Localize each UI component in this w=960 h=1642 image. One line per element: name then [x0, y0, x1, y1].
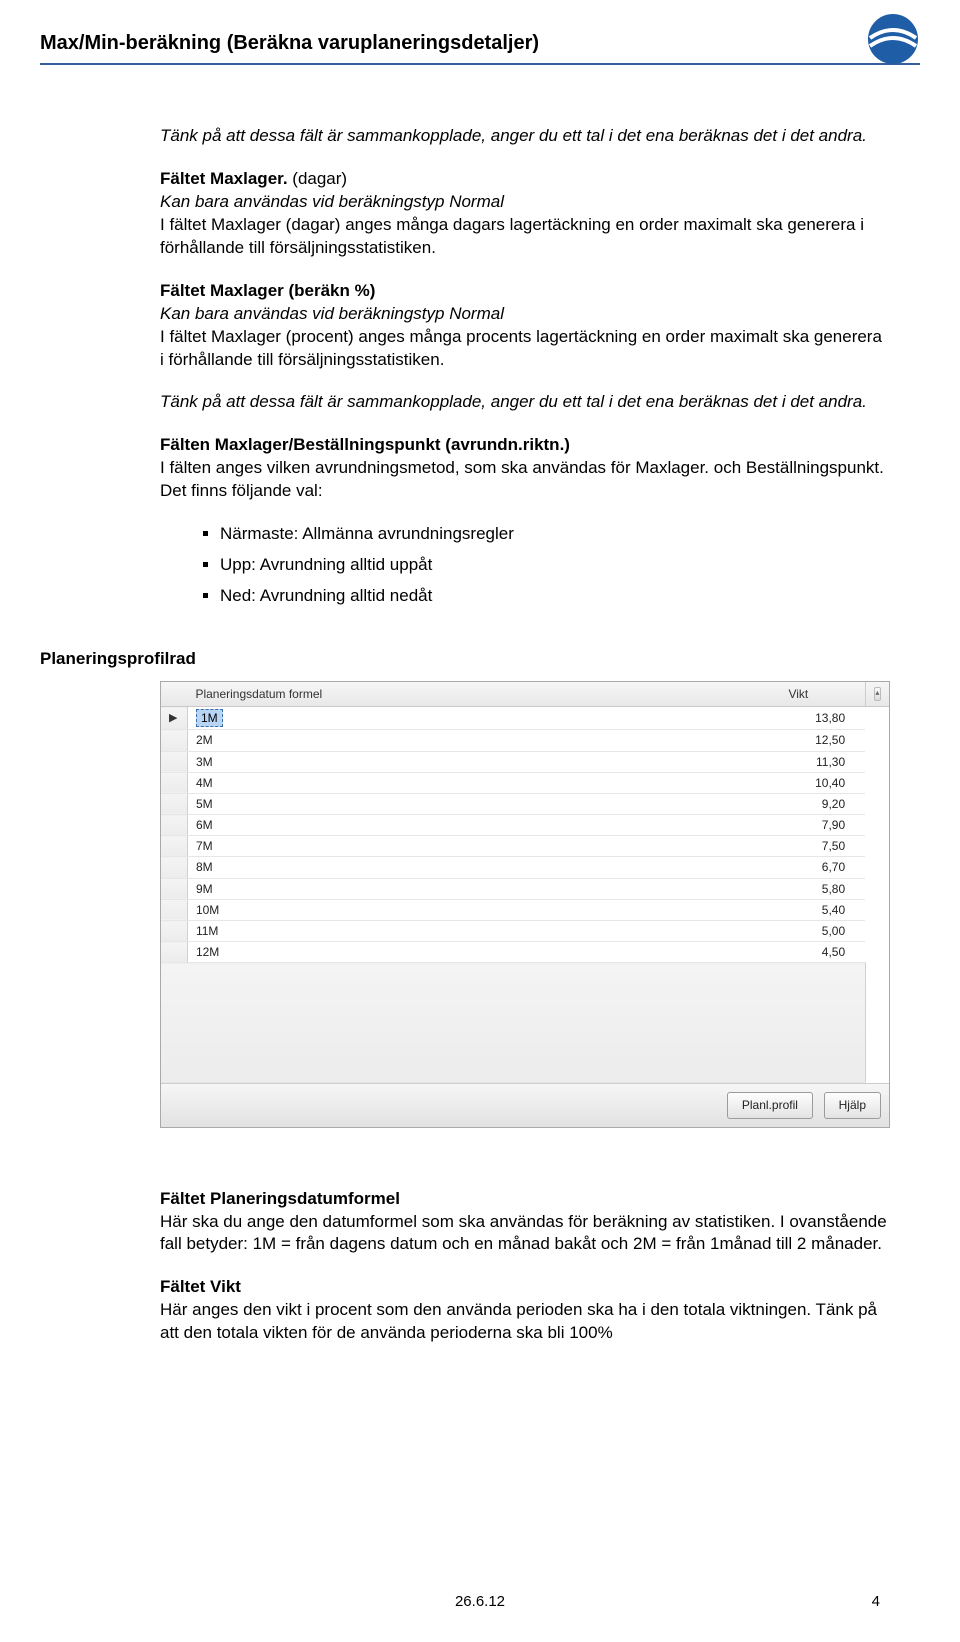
text: Det finns följande val: — [160, 481, 323, 500]
paragraph: Fältet Maxlager. (dagar) Kan bara använd… — [160, 168, 890, 260]
table-row[interactable]: 6M7,90 — [161, 815, 889, 836]
text: Här anges den vikt i procent som den anv… — [160, 1300, 877, 1342]
footer: 26.6.12 4 — [0, 1592, 960, 1612]
company-logo — [866, 12, 920, 66]
cell[interactable]: 3M — [187, 751, 780, 772]
cell[interactable]: 13,80 — [780, 707, 865, 730]
cell[interactable]: 5M — [187, 793, 780, 814]
cell[interactable]: 10M — [187, 899, 780, 920]
text: Kan bara användas vid beräkningstyp Norm… — [160, 304, 504, 323]
footer-date: 26.6.12 — [455, 1593, 505, 1610]
table-row[interactable]: 3M11,30 — [161, 751, 889, 772]
field-heading: Fälten Maxlager/Beställningspunkt (avrun… — [160, 435, 570, 454]
field-heading: Fältet Maxlager (beräkn %) — [160, 281, 375, 300]
cell[interactable]: 11M — [187, 921, 780, 942]
button-bar: Planl.profil Hjälp — [161, 1083, 889, 1126]
cell[interactable]: 10,40 — [780, 772, 865, 793]
cell[interactable]: 8M — [187, 857, 780, 878]
paragraph: Tänk på att dessa fält är sammankopplade… — [160, 391, 890, 414]
planprofil-button[interactable]: Planl.profil — [727, 1092, 813, 1118]
cell[interactable]: 5,40 — [780, 899, 865, 920]
cell[interactable]: 6M — [187, 815, 780, 836]
bullet-list: Närmaste: Allmänna avrundningsregler Upp… — [160, 523, 890, 608]
column-header[interactable]: Vikt — [780, 682, 865, 707]
cell[interactable]: 6,70 — [780, 857, 865, 878]
cell[interactable]: 12M — [187, 942, 780, 963]
table-row[interactable]: 10M5,40 — [161, 899, 889, 920]
table-row[interactable]: 8M6,70 — [161, 857, 889, 878]
text: I fälten anges vilken avrundningsmetod, … — [160, 458, 884, 477]
text: Kan bara användas vid beräkningstyp Norm… — [160, 192, 504, 211]
paragraph: Tänk på att dessa fält är sammankopplade… — [160, 125, 890, 148]
text: Här ska du ange den datumformel som ska … — [160, 1212, 887, 1254]
page-title: Max/Min-beräkning (Beräkna varuplanering… — [40, 30, 920, 57]
table-row[interactable]: 12M4,50 — [161, 942, 889, 963]
list-item: Närmaste: Allmänna avrundningsregler — [220, 523, 890, 546]
table-row[interactable]: 2M12,50 — [161, 730, 889, 751]
cell[interactable]: 12,50 — [780, 730, 865, 751]
cell[interactable]: 7,90 — [780, 815, 865, 836]
cell[interactable]: 4M — [187, 772, 780, 793]
text: I fältet Maxlager (dagar) anges många da… — [160, 215, 864, 257]
field-heading: Fältet Planeringsdatumformel — [160, 1189, 400, 1208]
table-row[interactable]: 7M7,50 — [161, 836, 889, 857]
grid-empty-area — [161, 963, 865, 1083]
header-rule — [40, 63, 920, 65]
cell[interactable]: 7M — [187, 836, 780, 857]
cell[interactable]: 11,30 — [780, 751, 865, 772]
scrollbar[interactable]: ▴ — [865, 682, 889, 707]
cell-selected[interactable]: 1M — [196, 709, 223, 727]
cell[interactable]: 9M — [187, 878, 780, 899]
table-row[interactable]: ▶ 1M 13,80 — [161, 707, 889, 730]
data-grid[interactable]: Planeringsdatum formel Vikt ▴ ▶ 1M 13,80… — [160, 681, 890, 1128]
page-number: 4 — [872, 1592, 880, 1612]
cell[interactable]: 7,50 — [780, 836, 865, 857]
field-heading: Fältet Maxlager. — [160, 169, 292, 188]
cell[interactable]: 5,00 — [780, 921, 865, 942]
section-heading: Planeringsprofilrad — [40, 648, 890, 671]
paragraph: Fältet Vikt Här anges den vikt i procent… — [160, 1276, 890, 1345]
list-item: Upp: Avrundning alltid uppåt — [220, 554, 890, 577]
cell[interactable]: 2M — [187, 730, 780, 751]
cell[interactable]: 4,50 — [780, 942, 865, 963]
help-button[interactable]: Hjälp — [824, 1092, 881, 1118]
text: I fältet Maxlager (procent) anges många … — [160, 327, 882, 369]
cell[interactable]: 9,20 — [780, 793, 865, 814]
field-heading: Fältet Vikt — [160, 1277, 241, 1296]
cell[interactable]: 5,80 — [780, 878, 865, 899]
field-heading-suffix: (dagar) — [292, 169, 347, 188]
table-row[interactable]: 11M5,00 — [161, 921, 889, 942]
paragraph: Fältet Maxlager (beräkn %) Kan bara anvä… — [160, 280, 890, 372]
table-row[interactable]: 4M10,40 — [161, 772, 889, 793]
list-item: Ned: Avrundning alltid nedåt — [220, 585, 890, 608]
table-row[interactable]: 9M5,80 — [161, 878, 889, 899]
paragraph: Fältet Planeringsdatumformel Här ska du … — [160, 1188, 890, 1257]
table-row[interactable]: 5M9,20 — [161, 793, 889, 814]
column-header[interactable]: Planeringsdatum formel — [187, 682, 780, 707]
paragraph: Fälten Maxlager/Beställningspunkt (avrun… — [160, 434, 890, 503]
